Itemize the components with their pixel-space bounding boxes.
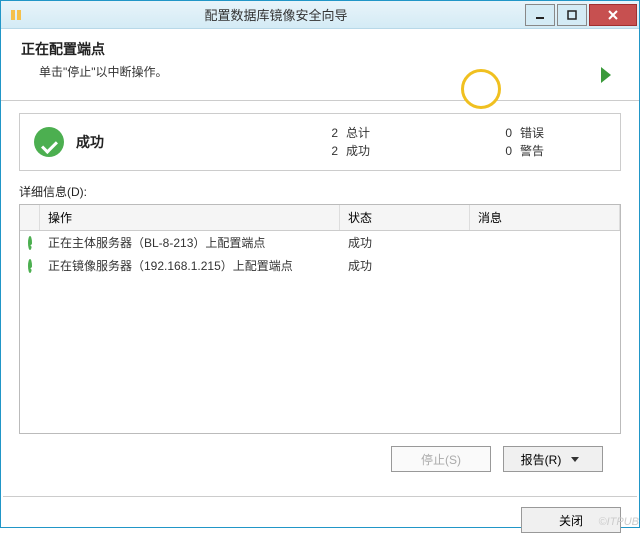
maximize-button[interactable] [557, 4, 587, 26]
grid-header: 操作 状态 消息 [20, 205, 620, 231]
play-arrow-icon [601, 67, 611, 83]
watermark: ©ITPUB [599, 516, 640, 528]
summary-panel: 成功 2总计 2成功 0错误 0警告 [19, 113, 621, 171]
window-controls [525, 4, 639, 26]
details-grid[interactable]: 操作 状态 消息 正在主体服务器（BL-8-213）上配置端点 成功 正在镜像服… [19, 204, 621, 434]
summary-label: 成功 [76, 132, 326, 152]
row-message [470, 263, 620, 269]
page-subtitle: 单击"停止"以中断操作。 [39, 63, 469, 80]
success-icon [28, 236, 32, 250]
row-message [470, 240, 620, 246]
col-status[interactable]: 状态 [340, 205, 470, 230]
row-operation: 正在主体服务器（BL-8-213）上配置端点 [40, 231, 340, 254]
error-count: 0 [500, 124, 512, 142]
row-status: 成功 [340, 254, 470, 277]
details-label: 详细信息(D): [19, 183, 621, 200]
warn-count: 0 [500, 142, 512, 160]
warn-label: 警告 [520, 142, 544, 160]
window-title: 配置数据库镜像安全向导 [27, 5, 525, 24]
wizard-header: 正在配置端点 单击"停止"以中断操作。 [1, 29, 639, 101]
table-row[interactable]: 正在主体服务器（BL-8-213）上配置端点 成功 [20, 231, 620, 254]
action-row: 停止(S) 报告(R) [19, 434, 621, 484]
footer: 关闭 [1, 497, 639, 547]
success-count: 2 [326, 142, 338, 160]
success-icon [28, 259, 32, 273]
row-operation: 正在镜像服务器（192.168.1.215）上配置端点 [40, 254, 340, 277]
wizard-window: 配置数据库镜像安全向导 正在配置端点 单击"停止"以中断操作。 成功 2 总计 2… [0, 0, 640, 528]
table-row[interactable]: 正在镜像服务器（192.168.1.215）上配置端点 成功 [20, 254, 620, 277]
header-graphic [469, 39, 619, 89]
error-label: 错误 [520, 124, 544, 142]
page-title: 正在配置端点 [21, 39, 469, 59]
minimize-button[interactable] [525, 4, 555, 26]
app-icon [7, 5, 27, 25]
report-button[interactable]: 报告(R) [503, 446, 603, 472]
total-label: 总计 [346, 124, 370, 142]
stop-button: 停止(S) [391, 446, 491, 472]
col-message[interactable]: 消息 [470, 205, 620, 230]
success-label: 成功 [346, 142, 370, 160]
col-operation[interactable]: 操作 [40, 205, 340, 230]
titlebar: 配置数据库镜像安全向导 [1, 1, 639, 29]
success-icon [34, 127, 64, 157]
row-status: 成功 [340, 231, 470, 254]
chevron-down-icon [571, 457, 579, 462]
total-count: 2 [326, 124, 338, 142]
close-button[interactable] [589, 4, 637, 26]
